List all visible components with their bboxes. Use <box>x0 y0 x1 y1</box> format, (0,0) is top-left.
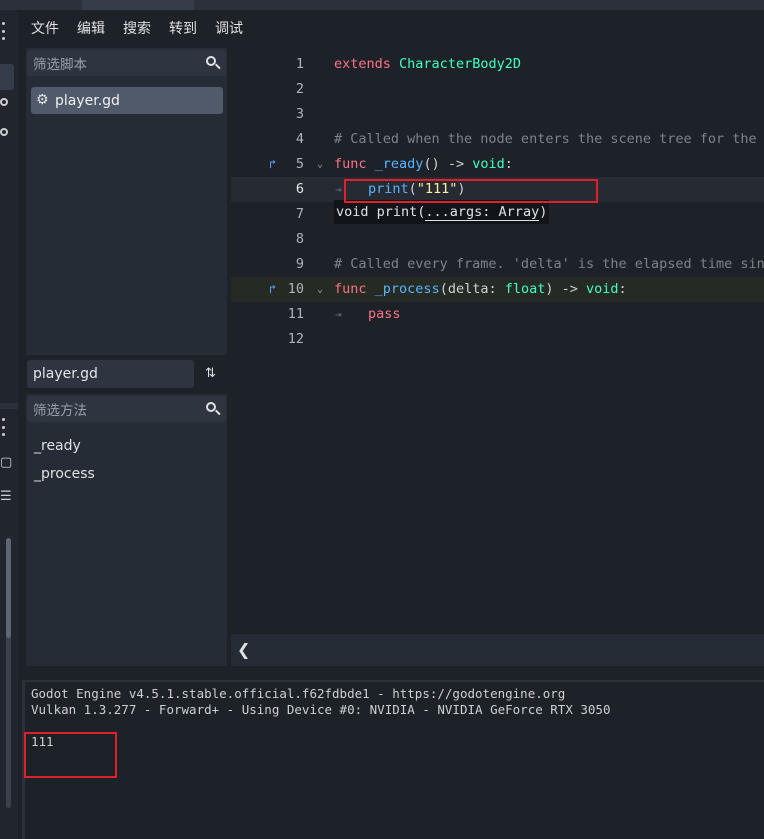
type-name: CharacterBody2D <box>399 56 521 72</box>
filter-scripts-input[interactable]: 筛选脚本 <box>27 50 226 76</box>
visibility-eye-icon[interactable] <box>0 128 8 136</box>
line-number: 10 <box>287 281 304 297</box>
line-number: 3 <box>295 106 304 122</box>
fold-arrow-icon[interactable]: ⌄ <box>317 152 327 177</box>
tooltip-suffix: ) <box>539 204 548 220</box>
keyword-func: func <box>334 281 367 297</box>
line-number: 12 <box>287 331 304 347</box>
signature-tooltip: void print(...args: Array) <box>334 200 550 224</box>
script-item-label: player.gd <box>55 92 120 109</box>
output-line: Godot Engine v4.5.1.stable.official.f62f… <box>31 686 566 701</box>
return-type: void <box>472 156 505 172</box>
function-name: _process <box>374 281 440 297</box>
menu-goto[interactable]: 转到 <box>160 10 206 48</box>
code-punctuation: (delta: <box>439 281 505 297</box>
code-comment: # Called every frame. 'delta' is the ela… <box>334 256 764 272</box>
menu-debug[interactable]: 调试 <box>206 10 252 48</box>
code-line-10: ↱ 10 ⌄ func _process(delta: float) -> vo… <box>231 277 764 302</box>
code-punctuation: : <box>618 281 627 297</box>
method-list-panel <box>26 394 227 666</box>
fold-arrow-icon[interactable]: ⌄ <box>317 277 327 302</box>
annotation-box-output <box>24 732 117 778</box>
method-item-ready[interactable]: _ready <box>34 438 81 454</box>
script-menu-bar: 文件 编辑 搜索 转到 调试 <box>22 10 764 48</box>
code-line-1: 1 extends CharacterBody2D <box>231 52 764 77</box>
menu-file[interactable]: 文件 <box>22 10 68 48</box>
current-script-name: player.gd <box>27 360 194 388</box>
code-line-2: 2 <box>231 77 764 102</box>
annotation-box-print <box>344 179 598 203</box>
left-scrollbar-thumb[interactable] <box>6 538 11 638</box>
editor-tab-strip <box>0 0 764 10</box>
code-line-9: 9 # Called every frame. 'delta' is the e… <box>231 252 764 277</box>
line-number: 7 <box>295 206 304 222</box>
menu-search[interactable]: 搜索 <box>114 10 160 48</box>
code-line-3: 3 <box>231 102 764 127</box>
output-line: Vulkan 1.3.277 - Forward+ - Using Device… <box>31 702 611 717</box>
window-icon[interactable]: ▢ <box>0 456 12 470</box>
code-line-12: 12 <box>231 327 764 352</box>
return-type: void <box>586 281 619 297</box>
method-item-process[interactable]: _process <box>34 466 95 482</box>
keyword-func: func <box>334 156 367 172</box>
line-number: 6 <box>295 181 304 197</box>
code-line-11: 11 ⇥ pass <box>231 302 764 327</box>
code-line-5: ↱ 5 ⌄ func _ready() -> void: <box>231 152 764 177</box>
sort-icon[interactable]: ⇅ <box>205 366 221 382</box>
keyword-extends: extends <box>334 56 391 72</box>
tooltip-prefix: void print( <box>336 204 426 220</box>
filter-methods-input[interactable]: 筛选方法 <box>27 396 226 422</box>
visibility-eye-icon[interactable] <box>0 98 8 106</box>
tooltip-args: ...args: Array <box>425 204 540 221</box>
code-comment: # Called when the node enters the scene … <box>334 131 757 147</box>
code-text: extends CharacterBody2D <box>334 52 521 77</box>
keyword-pass: pass <box>368 306 401 322</box>
menu-edit[interactable]: 编辑 <box>68 10 114 48</box>
function-name: _ready <box>374 156 424 172</box>
line-number: 1 <box>295 56 304 72</box>
param-type: float <box>504 281 546 297</box>
line-number: 2 <box>295 81 304 97</box>
code-punctuation: () -> <box>423 156 473 172</box>
gear-icon: ⚙ <box>36 92 49 108</box>
script-list-item[interactable]: ⚙ player.gd <box>31 87 223 114</box>
line-number: 9 <box>295 256 304 272</box>
drag-handle-icon[interactable] <box>0 418 6 436</box>
tab-marker-icon: ⇥ <box>335 183 342 196</box>
drag-handle-icon[interactable] <box>0 22 6 40</box>
code-line-8: 8 <box>231 227 764 252</box>
editor-status-bar <box>231 634 764 666</box>
code-text: func _ready() -> void: <box>334 152 513 177</box>
search-icon[interactable] <box>206 402 221 416</box>
code-editor[interactable]: 1 extends CharacterBody2D 2 3 4 # Called… <box>231 48 764 634</box>
code-text: func _process(delta: float) -> void: <box>334 277 627 302</box>
line-number: 8 <box>295 231 304 247</box>
line-number: 11 <box>287 306 304 322</box>
line-number: 5 <box>295 156 304 172</box>
list-sort-icon[interactable]: ☰ <box>0 490 12 504</box>
chevron-left-icon[interactable]: ❮ <box>237 640 250 660</box>
code-line-4: 4 # Called when the node enters the scen… <box>231 127 764 152</box>
dock-splitter[interactable] <box>0 403 18 409</box>
code-punctuation: : <box>504 156 513 172</box>
code-punctuation: ) -> <box>545 281 586 297</box>
tab-marker-icon: ⇥ <box>335 308 342 321</box>
left-dock-field[interactable] <box>0 64 14 90</box>
line-number: 4 <box>295 131 304 147</box>
active-main-tab[interactable] <box>82 0 194 10</box>
search-icon[interactable] <box>206 56 221 70</box>
